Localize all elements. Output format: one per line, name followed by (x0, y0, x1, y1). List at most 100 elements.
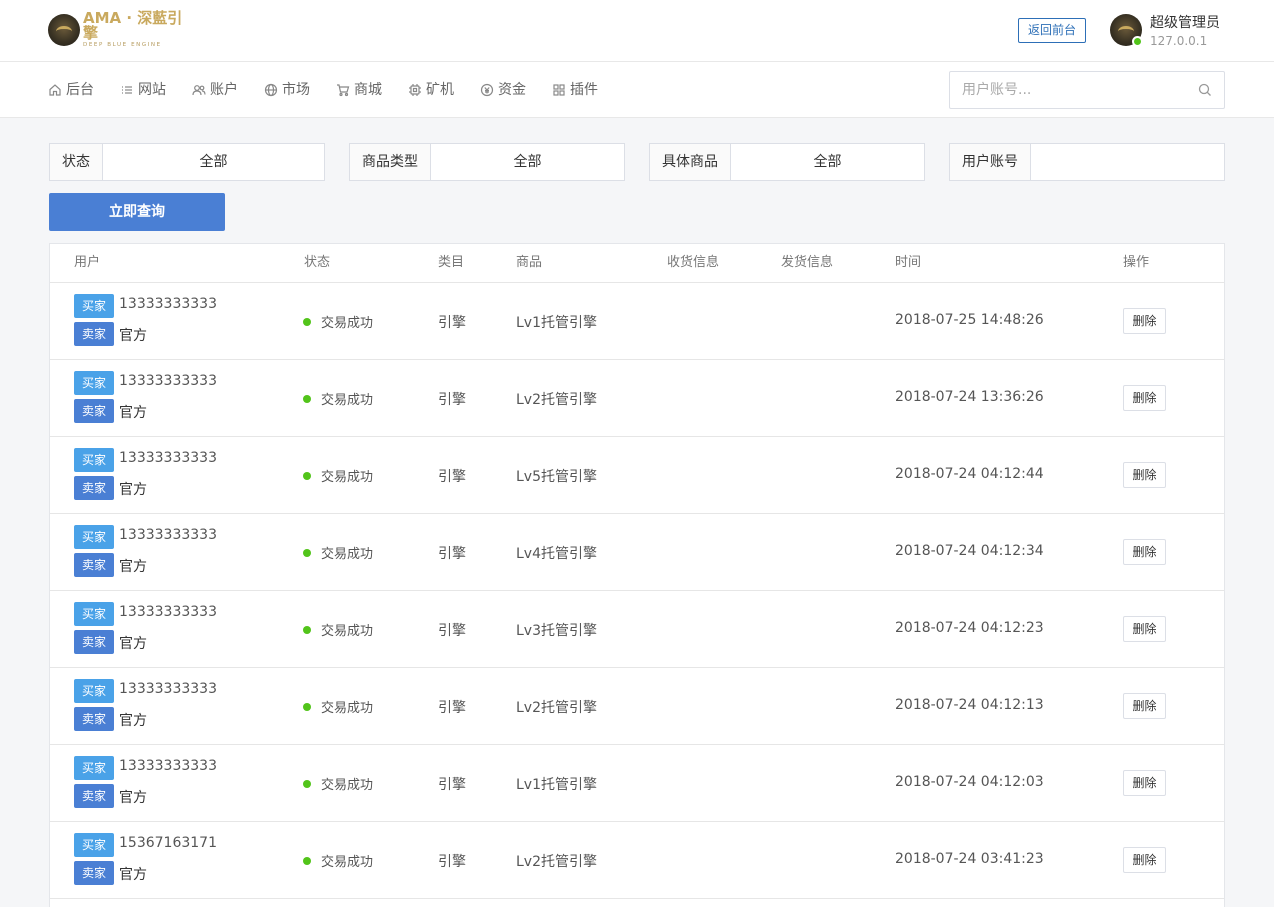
search-input[interactable] (950, 72, 1180, 108)
status-text: 交易成功 (321, 547, 374, 562)
product-cell: Lv4托管引擎 (516, 546, 597, 562)
status-success-dot (303, 395, 311, 403)
home-icon (49, 84, 61, 96)
seller-name: 官方 (119, 636, 147, 652)
admin-name[interactable]: 超级管理员 (1150, 12, 1220, 32)
top-header: AMA · 深藍引擎 DEEP BLUE ENGINE 返回前台 超级管理员 1… (0, 0, 1274, 62)
status-text: 交易成功 (321, 624, 374, 639)
table-row: 买家 13333333333 卖家 官方 交易成功 引擎 Lv2托管引擎 2018-07-24… (50, 668, 1224, 745)
product-cell: Lv5托管引擎 (516, 469, 597, 485)
column-header-status: 状态 (304, 255, 331, 270)
seller-name: 官方 (119, 867, 147, 883)
nav-item-website[interactable]: 网站 (120, 62, 166, 118)
logo-subtitle: DEEP BLUE ENGINE (83, 42, 162, 49)
seller-name: 官方 (119, 790, 147, 806)
nav-item-dashboard[interactable]: 后台 (48, 62, 94, 118)
product-cell: Lv2托管引擎 (516, 854, 597, 870)
category-filter: 商品类型 全部 (349, 143, 625, 181)
buyer-tag: 买家 (74, 371, 114, 395)
buyer-account: 13333333333 (119, 604, 217, 620)
account-input[interactable] (1031, 144, 1224, 180)
seller-tag: 卖家 (74, 630, 114, 654)
table-row: 买家 13333333333 卖家 官方 交易成功 引擎 Lv1托管引擎 2018-07-25… (50, 283, 1224, 360)
list-icon (122, 86, 132, 94)
orders-table: 用户 状态 类目 商品 收货信息 发货信息 时间 操作 买家 1333333333… (49, 243, 1225, 907)
nav-item-shop[interactable]: 商城 (336, 62, 382, 118)
eagle-logo-icon (48, 14, 80, 46)
time-cell: 2018-07-24 04:12:13 (895, 697, 1044, 713)
delete-button[interactable]: 删除 (1123, 385, 1166, 411)
seller-tag: 卖家 (74, 399, 114, 423)
nav-item-accounts[interactable]: 账户 (192, 62, 238, 118)
nav-item-miner[interactable]: 矿机 (408, 62, 454, 118)
account-filter-label: 用户账号 (950, 144, 1031, 180)
category-filter-label: 商品类型 (350, 144, 431, 180)
delete-button[interactable]: 删除 (1123, 462, 1166, 488)
seller-name: 官方 (119, 482, 147, 498)
product-cell: Lv1托管引擎 (516, 315, 597, 331)
status-text: 交易成功 (321, 855, 374, 870)
status-filter: 状态 全部 (49, 143, 325, 181)
product-select[interactable]: 全部 (731, 144, 924, 180)
buyer-account: 13333333333 (119, 527, 217, 543)
product-cell: Lv2托管引擎 (516, 392, 597, 408)
delete-button[interactable]: 删除 (1123, 539, 1166, 565)
buyer-tag: 买家 (74, 833, 114, 857)
status-text: 交易成功 (321, 778, 374, 793)
status-success-dot (303, 549, 311, 557)
seller-name: 官方 (119, 559, 147, 575)
category-cell: 引擎 (438, 392, 466, 408)
nav-item-label: 商城 (354, 82, 382, 98)
nav-item-market[interactable]: 市场 (264, 62, 310, 118)
time-cell: 2018-07-24 13:36:26 (895, 389, 1044, 405)
column-header-time: 时间 (895, 255, 922, 270)
product-filter: 具体商品 全部 (649, 143, 925, 181)
logo-title: AMA · 深藍引擎 (83, 9, 183, 43)
table-row: 买家 13333333333 卖家 官方 交易成功 引擎 Lv4托管引擎 2018-07-24… (50, 514, 1224, 591)
delete-button[interactable]: 删除 (1123, 308, 1166, 334)
table-row: 买家 13333333333 卖家 官方 交易成功 引擎 Lv5托管引擎 2018-07-24… (50, 437, 1224, 514)
main-nav: 后台 网站 账户 市场 商城 矿机 资金 插件 (0, 62, 1274, 118)
delete-button[interactable]: 删除 (1123, 847, 1166, 873)
nav-item-label: 市场 (282, 82, 310, 98)
status-text: 交易成功 (321, 393, 374, 408)
category-cell: 引擎 (438, 623, 466, 639)
buyer-account: 13333333333 (119, 373, 217, 389)
nav-item-plugins[interactable]: 插件 (552, 62, 598, 118)
search-icon[interactable] (1198, 83, 1212, 97)
seller-tag: 卖家 (74, 322, 114, 346)
delete-button[interactable]: 删除 (1123, 770, 1166, 796)
delete-button[interactable]: 删除 (1123, 693, 1166, 719)
query-button[interactable]: 立即查询 (49, 193, 225, 231)
category-cell: 引擎 (438, 700, 466, 716)
buyer-tag: 买家 (74, 602, 114, 626)
buyer-tag: 买家 (74, 756, 114, 780)
seller-name: 官方 (119, 328, 147, 344)
delete-button[interactable]: 删除 (1123, 616, 1166, 642)
seller-tag: 卖家 (74, 476, 114, 500)
column-header-category: 类目 (438, 255, 465, 270)
status-success-dot (303, 626, 311, 634)
column-header-actions: 操作 (1123, 255, 1150, 270)
product-cell: Lv2托管引擎 (516, 700, 597, 716)
buyer-tag: 买家 (74, 679, 114, 703)
brand-logo[interactable]: AMA · 深藍引擎 DEEP BLUE ENGINE (48, 9, 188, 49)
nav-item-label: 账户 (210, 82, 238, 98)
status-success-dot (303, 857, 311, 865)
time-cell: 2018-07-25 14:48:26 (895, 312, 1044, 328)
buyer-tag: 买家 (74, 448, 114, 472)
nav-item-funds[interactable]: 资金 (480, 62, 526, 118)
nav-item-label: 矿机 (426, 82, 454, 98)
seller-tag: 卖家 (74, 784, 114, 808)
seller-tag: 卖家 (74, 553, 114, 577)
status-select[interactable]: 全部 (103, 144, 324, 180)
user-search-box (949, 71, 1225, 109)
status-text: 交易成功 (321, 701, 374, 716)
back-to-frontend-button[interactable]: 返回前台 (1018, 18, 1086, 43)
category-select[interactable]: 全部 (431, 144, 624, 180)
product-filter-label: 具体商品 (650, 144, 731, 180)
product-cell: Lv3托管引擎 (516, 623, 597, 639)
time-cell: 2018-07-24 03:41:23 (895, 851, 1044, 867)
column-header-receive-info: 收货信息 (667, 255, 720, 270)
seller-tag: 卖家 (74, 861, 114, 885)
